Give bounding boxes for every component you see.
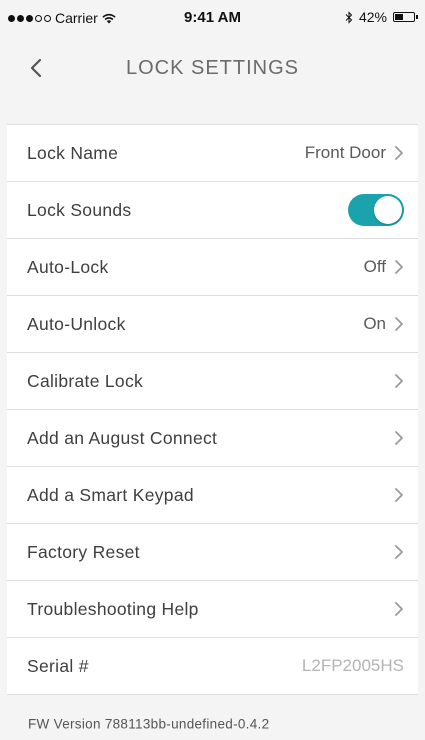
settings-row-troubleshooting-help[interactable]: Troubleshooting Help	[7, 581, 418, 638]
settings-row-factory-reset[interactable]: Factory Reset	[7, 524, 418, 581]
chevron-right-icon	[395, 260, 403, 274]
row-value: On	[363, 314, 386, 333]
row-label: Serial #	[27, 655, 89, 676]
chevron-right-icon	[395, 431, 403, 445]
lock-sounds-toggle[interactable]	[348, 194, 404, 226]
status-right: 42%	[345, 9, 418, 25]
settings-row-add-a-smart-keypad[interactable]: Add a Smart Keypad	[7, 467, 418, 524]
settings-row-lock-sounds[interactable]: Lock Sounds	[7, 182, 418, 239]
chevron-right-icon	[395, 374, 403, 388]
row-label: Lock Name	[27, 142, 119, 163]
row-value: Front Door	[304, 143, 386, 162]
row-label: Calibrate Lock	[27, 370, 144, 391]
navigation-bar: LOCK SETTINGS	[0, 36, 425, 102]
page-title: LOCK SETTINGS	[125, 57, 300, 79]
row-label: Add a Smart Keypad	[27, 484, 194, 505]
settings-row-serial: Serial # L2FP2005HS	[7, 638, 418, 695]
bluetooth-icon	[345, 10, 353, 24]
settings-row-auto-unlock[interactable]: Auto-Unlock On	[7, 296, 418, 353]
settings-row-auto-lock[interactable]: Auto-Lock Off	[7, 239, 418, 296]
toggle-knob	[374, 196, 402, 224]
chevron-right-icon	[395, 317, 403, 331]
status-bar: Carrier 9:41 AM 42%	[0, 0, 425, 36]
chevron-right-icon	[395, 146, 403, 160]
settings-row-calibrate-lock[interactable]: Calibrate Lock	[7, 353, 418, 410]
firmware-version-label: FW Version 788113bb-undefined-0.4.2	[28, 716, 270, 732]
chevron-right-icon	[395, 545, 403, 559]
row-label: Add an August Connect	[27, 427, 218, 448]
row-value: L2FP2005HS	[301, 656, 404, 675]
battery-icon	[393, 12, 418, 22]
row-label: Auto-Unlock	[27, 313, 126, 334]
settings-list: Lock Name Front Door Lock Sounds Auto-Lock O…	[7, 124, 418, 695]
row-label: Auto-Lock	[27, 256, 109, 277]
settings-row-lock-name[interactable]: Lock Name Front Door	[7, 125, 418, 182]
row-value: Off	[363, 257, 386, 276]
battery-percent: 42%	[358, 9, 387, 25]
row-label: Troubleshooting Help	[27, 598, 199, 619]
settings-row-add-an-august-connect[interactable]: Add an August Connect	[7, 410, 418, 467]
row-label: Lock Sounds	[27, 199, 132, 220]
battery-level	[395, 14, 403, 20]
chevron-right-icon	[395, 488, 403, 502]
chevron-right-icon	[395, 602, 403, 616]
row-label: Factory Reset	[27, 541, 140, 562]
